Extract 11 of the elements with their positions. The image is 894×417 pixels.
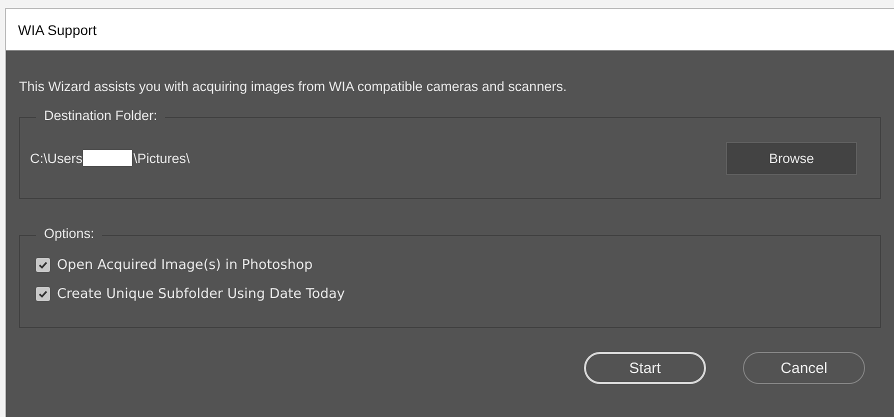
- browse-button[interactable]: Browse: [726, 142, 857, 174]
- intro-text: This Wizard assists you with acquiring images from WIA compatible cameras and scanners.: [19, 79, 568, 94]
- checkbox-label: Open Acquired Image(s) in Photoshop: [57, 257, 313, 273]
- window-title: WIA Support: [18, 22, 97, 38]
- group-legend: Destination Folder:: [36, 108, 166, 123]
- dialog-button[interactable]: Start: [584, 352, 706, 384]
- group-legend: Options:: [36, 226, 102, 241]
- path-text: C:\Users: [30, 150, 83, 166]
- dialog-button[interactable]: Cancel: [743, 352, 865, 384]
- path-text: \Pictures\: [134, 150, 190, 166]
- checkbox-label: Create Unique Subfolder Using Date Today: [57, 286, 345, 302]
